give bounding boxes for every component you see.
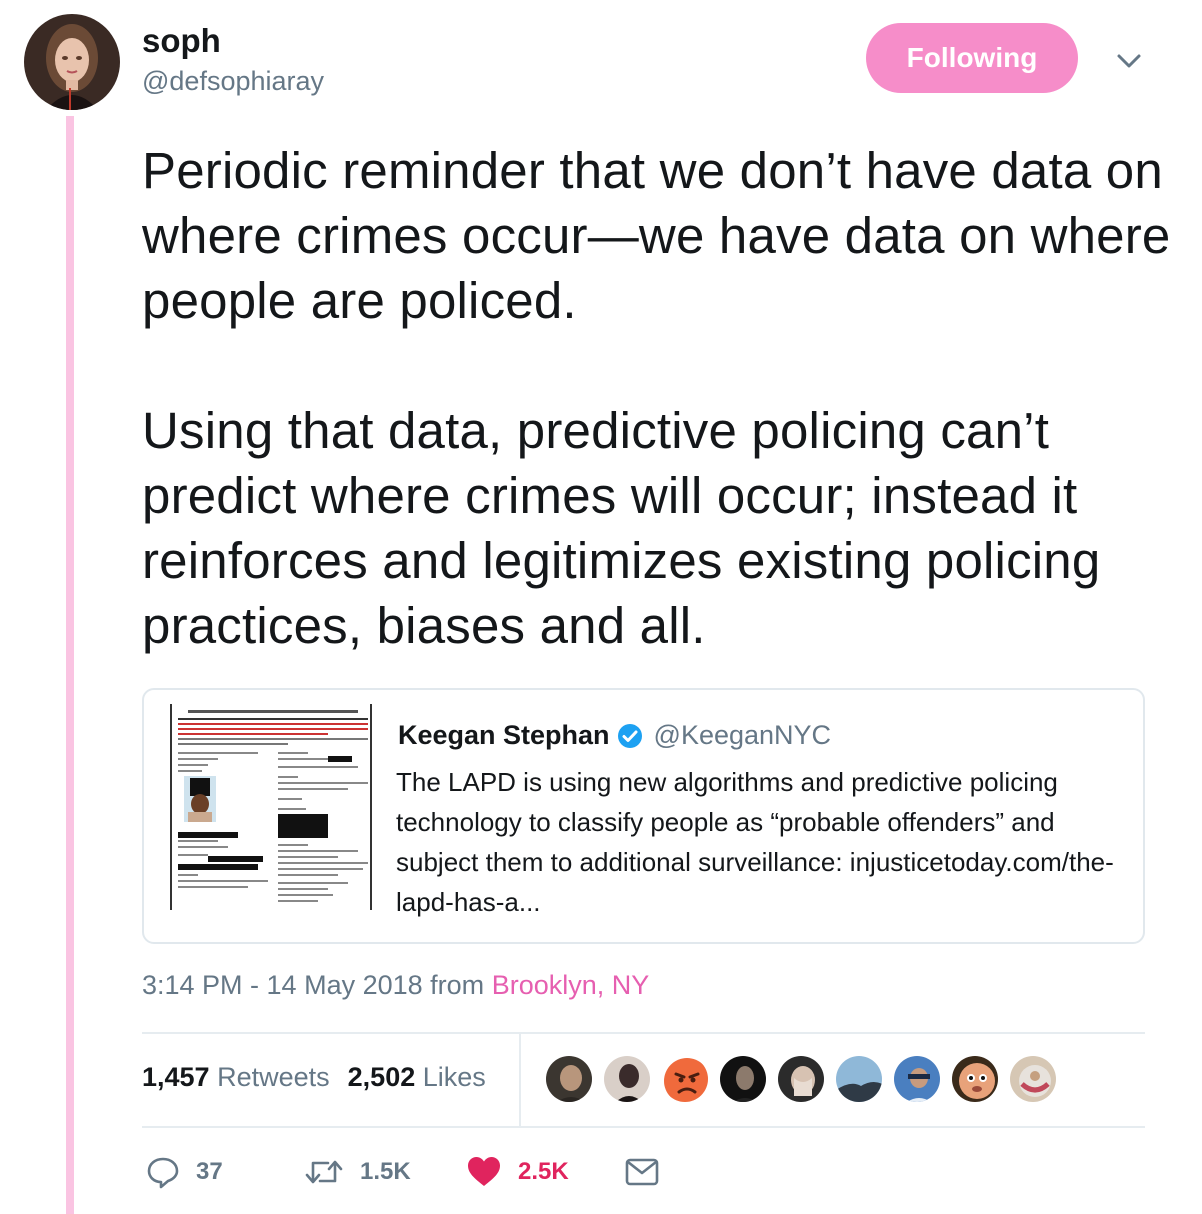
tweet-paragraph: Periodic reminder that we don’t have dat… [142,142,1171,329]
like-count: 2.5K [518,1158,569,1185]
stats-divider [519,1034,521,1126]
verified-badge-icon [616,722,644,750]
retweets-label: Retweets [217,1062,330,1092]
author-handle[interactable]: @defsophiaray [142,66,324,97]
tweet-location[interactable]: Brooklyn, NY [492,970,650,1000]
like-action[interactable]: 2.5K [466,1154,569,1190]
liker-avatar[interactable] [834,1054,884,1104]
liker-avatar[interactable] [950,1054,1000,1104]
tweet-paragraph: Using that data, predictive policing can… [142,402,1101,654]
reply-count: 37 [196,1158,223,1185]
quoted-tweet-card[interactable]: Keegan Stephan @KeeganNYC The LAPD is us… [142,688,1145,944]
likes-label: Likes [422,1062,486,1092]
reply-action[interactable]: 37 [146,1154,223,1190]
liker-avatar[interactable] [892,1054,942,1104]
retweets-stat[interactable]: 1,457 Retweets [142,1062,330,1092]
retweet-action[interactable]: 1.5K [304,1154,411,1190]
author-avatar[interactable] [24,14,120,110]
thread-connector-line [66,116,74,1214]
envelope-icon [624,1155,660,1189]
retweet-icon [304,1155,344,1189]
direct-message-action[interactable] [624,1154,660,1190]
chevron-down-icon[interactable] [1114,46,1144,76]
tweet-text: Periodic reminder that we don’t have dat… [142,138,1182,658]
reply-icon [146,1155,180,1189]
likes-stat[interactable]: 2,502 Likes [348,1062,486,1092]
heart-icon [466,1155,502,1189]
liker-avatar[interactable] [718,1054,768,1104]
quoted-tweet-text: The LAPD is using new algorithms and pre… [396,767,1114,917]
liker-avatar[interactable] [602,1054,652,1104]
divider [142,1126,1145,1128]
from-label: from [430,970,485,1000]
divider [142,1032,1145,1034]
quoted-author-handle[interactable]: @KeeganNYC [654,720,832,751]
tweet-meta: 3:14 PM - 14 May 2018 from Brooklyn, NY [142,970,649,1001]
following-button[interactable]: Following [866,23,1078,93]
liker-avatar[interactable] [1008,1054,1058,1104]
liker-avatar[interactable] [544,1054,594,1104]
tweet-timestamp[interactable]: 3:14 PM - 14 May 2018 [142,970,423,1000]
document-thumbnail [168,704,376,910]
liker-avatar[interactable] [660,1054,710,1104]
engagement-stats: 1,457 Retweets 2,502 Likes [142,1062,486,1093]
liker-avatar[interactable] [776,1054,826,1104]
quoted-author[interactable]: Keegan Stephan @KeeganNYC [398,720,831,751]
quoted-author-name[interactable]: Keegan Stephan [398,720,610,751]
retweets-count: 1,457 [142,1062,210,1092]
likes-count: 2,502 [347,1062,416,1092]
author-name[interactable]: soph [142,22,221,60]
retweet-count: 1.5K [360,1158,411,1185]
